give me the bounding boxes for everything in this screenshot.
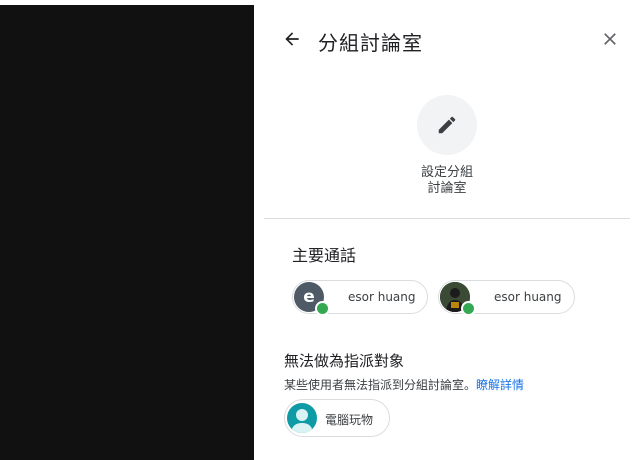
unassignable-description: 某些使用者無法指派到分組討論室。瞭解詳情 xyxy=(284,376,524,393)
video-area xyxy=(0,5,254,460)
panel-title: 分組討論室 xyxy=(318,31,423,55)
setup-breakout-button[interactable] xyxy=(417,95,477,155)
avatar xyxy=(287,403,317,433)
close-icon xyxy=(604,33,616,45)
breakout-rooms-panel: 分組討論室 設定分組 討論室 主要通話 e esor huang esor hu… xyxy=(254,5,640,460)
participant-name: esor huang xyxy=(494,290,562,304)
unassignable-heading: 無法做為指派對象 xyxy=(284,352,405,370)
pencil-icon xyxy=(438,116,456,134)
participant-chip[interactable]: e esor huang xyxy=(292,280,428,316)
online-status-badge xyxy=(315,301,330,316)
participant-name: esor huang xyxy=(348,290,416,304)
back-button[interactable] xyxy=(278,25,306,53)
participant-chip[interactable]: esor huang xyxy=(438,280,575,316)
close-button[interactable] xyxy=(596,25,624,53)
online-status-badge xyxy=(461,301,476,316)
unassignable-description-text: 某些使用者無法指派到分組討論室。 xyxy=(284,378,477,392)
setup-breakout-label[interactable]: 設定分組 討論室 xyxy=(387,165,507,197)
main-call-heading: 主要通話 xyxy=(292,246,357,265)
participant-name: 電腦玩物 xyxy=(325,413,374,427)
unassignable-participant-chip: 電腦玩物 xyxy=(284,399,390,437)
divider xyxy=(264,218,630,219)
person-avatar-icon xyxy=(291,409,313,433)
setup-label-line1: 設定分組 xyxy=(420,165,473,180)
arrow-left-icon xyxy=(285,32,299,46)
avatar-letter: e xyxy=(303,287,315,307)
learn-more-link[interactable]: 瞭解詳情 xyxy=(476,378,524,392)
setup-label-line2: 討論室 xyxy=(427,181,467,196)
